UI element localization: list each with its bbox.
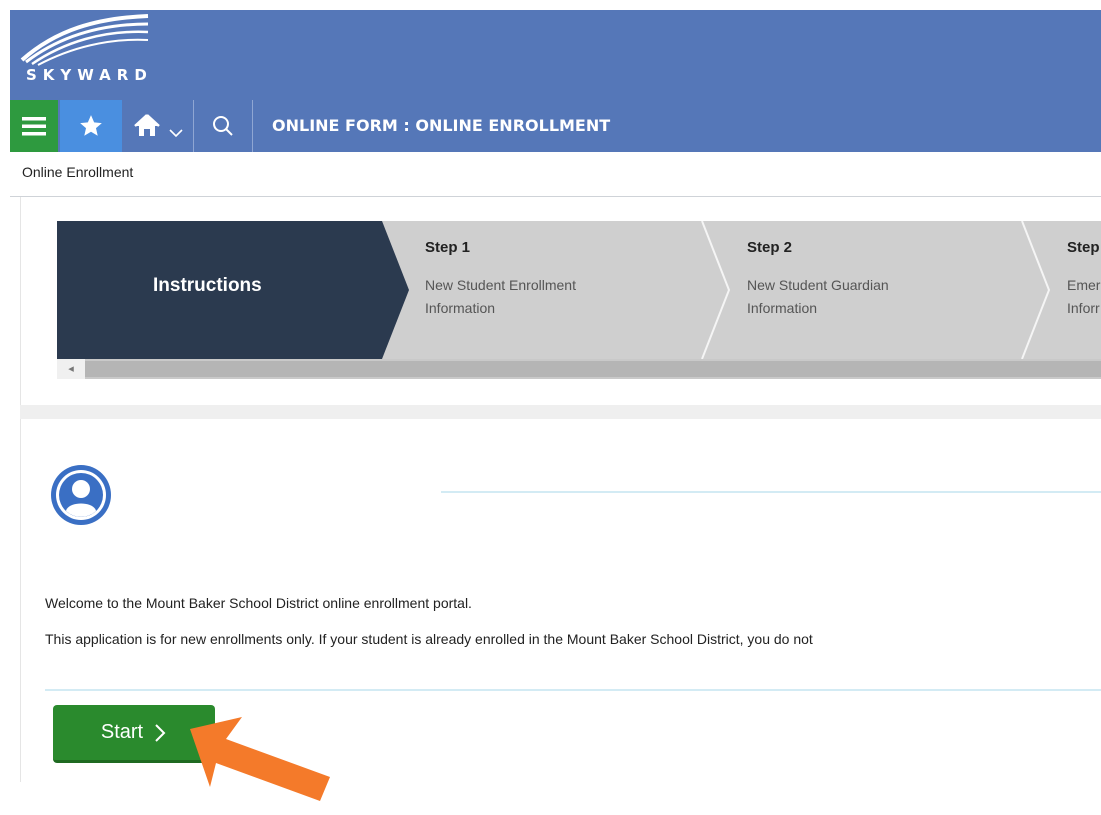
nav-bar: ONLINE FORM : ONLINE ENROLLMENT <box>10 100 1101 152</box>
annotation-arrow-icon <box>190 717 330 801</box>
scroll-thumb[interactable] <box>85 361 1101 377</box>
step-2-title[interactable]: Step 2 <box>747 239 792 256</box>
step-wizard: Instructions Step 1 New Student Enrollme… <box>57 221 1101 359</box>
step-3-subtitle-line1: Emer <box>1067 277 1101 293</box>
page-heading: ONLINE FORM : ONLINE ENROLLMENT <box>272 116 611 135</box>
home-icon <box>134 114 160 136</box>
chevron-right-icon <box>155 723 166 742</box>
search-icon <box>213 116 233 136</box>
logo-swoosh-icon <box>20 14 149 66</box>
step-1-title[interactable]: Step 1 <box>425 239 470 256</box>
wizard-scrollbar[interactable]: ◂ <box>57 359 1101 379</box>
hamburger-icon <box>22 117 46 136</box>
step-3-subtitle-line2: Inforr <box>1067 300 1100 316</box>
step-2-subtitle-line2: Information <box>747 300 818 316</box>
header-bar: SKYWARD <box>10 10 1101 100</box>
search-button[interactable] <box>194 100 253 152</box>
chevron-down-icon[interactable] <box>168 127 184 139</box>
favorites-button[interactable] <box>60 100 122 152</box>
content-divider-line <box>45 689 1101 691</box>
logo-text: SKYWARD <box>26 66 153 84</box>
step-2-subtitle-line1: New Student Guardian <box>747 277 889 293</box>
user-avatar-icon <box>51 465 111 525</box>
star-icon <box>80 115 102 136</box>
step-wizard-panel: Instructions Step 1 New Student Enrollme… <box>20 197 1101 405</box>
step-3-title[interactable]: Step <box>1067 239 1100 256</box>
scroll-left-arrow-icon[interactable]: ◂ <box>57 359 85 379</box>
welcome-text: Welcome to the Mount Baker School Distri… <box>45 595 472 611</box>
header-divider-line <box>441 491 1101 493</box>
skyward-logo[interactable]: SKYWARD <box>16 10 156 98</box>
breadcrumb[interactable]: Online Enrollment <box>22 164 133 180</box>
section-divider <box>20 405 1101 419</box>
content-area: SKYWARD ONLINE FORM: ONLINE ENROLLMENT … <box>10 0 1101 782</box>
info-text: This application is for new enrollments … <box>45 631 813 647</box>
step-1-subtitle-line2: Information <box>425 300 496 316</box>
step-1-subtitle-line1: New Student Enrollment <box>425 277 576 293</box>
breadcrumb-bar: Online Enrollment <box>10 152 1101 197</box>
step-instructions-title[interactable]: Instructions <box>153 275 262 297</box>
start-button-label: Start <box>100 721 144 743</box>
menu-button[interactable] <box>10 100 58 152</box>
home-button[interactable] <box>123 100 194 152</box>
